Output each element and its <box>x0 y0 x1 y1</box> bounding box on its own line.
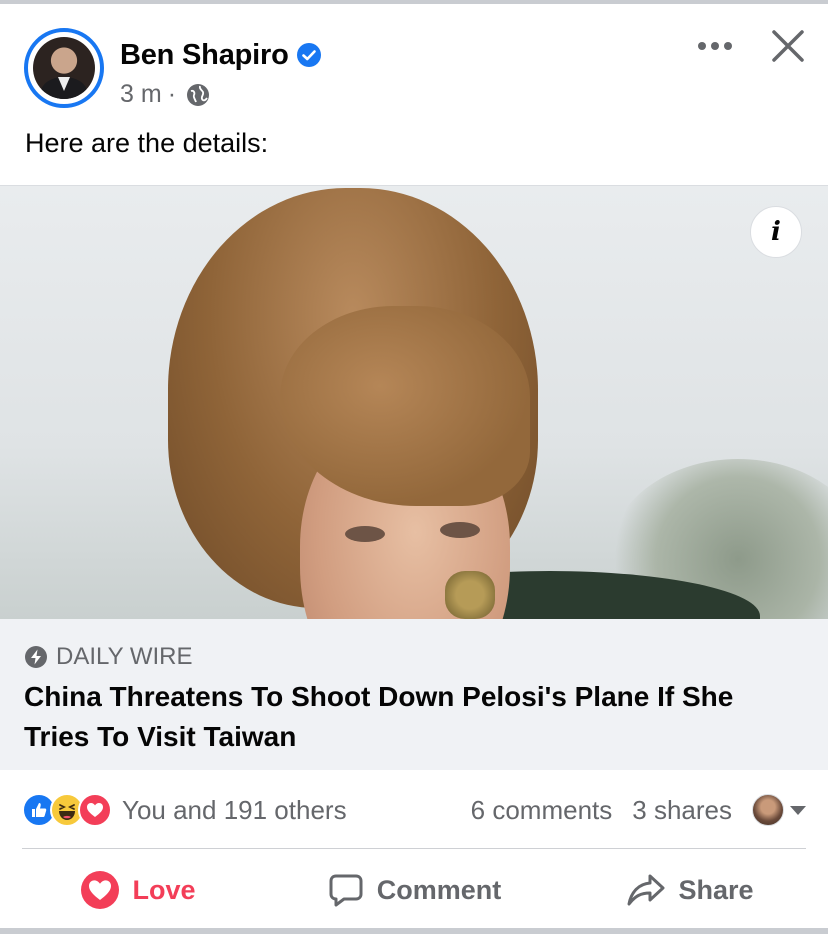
reactors-text[interactable]: You and 191 others <box>122 795 347 826</box>
love-button[interactable]: Love <box>0 858 276 922</box>
shares-count[interactable]: 3 shares <box>632 795 732 826</box>
love-icon <box>78 793 112 827</box>
author-avatar[interactable] <box>24 28 104 108</box>
comment-icon <box>329 874 363 907</box>
bolt-icon <box>25 646 47 668</box>
globe-icon <box>187 83 210 106</box>
engagement-counts: 6 comments 3 shares <box>471 794 806 826</box>
author-name[interactable]: Ben Shapiro <box>120 39 289 72</box>
comment-button[interactable]: Comment <box>276 858 552 922</box>
author-row: Ben Shapiro <box>120 38 321 72</box>
post-text: Here are the details: <box>25 128 269 158</box>
verified-icon <box>296 43 321 67</box>
avatar-photo <box>33 37 95 99</box>
link-image[interactable] <box>0 186 828 619</box>
link-preview[interactable]: DAILY WIRE China Threatens To Shoot Down… <box>0 185 828 770</box>
love-icon <box>81 871 120 909</box>
comments-count[interactable]: 6 comments <box>471 795 613 826</box>
share-icon <box>627 874 665 906</box>
meta-separator: · <box>167 80 177 108</box>
close-icon[interactable] <box>770 28 806 64</box>
link-meta[interactable]: DAILY WIRE China Threatens To Shoot Down… <box>0 619 828 770</box>
action-bar: Love Comment Share <box>0 858 828 922</box>
link-source: DAILY WIRE <box>24 643 192 671</box>
love-label: Love <box>132 874 196 905</box>
caret-down-icon[interactable] <box>790 805 806 815</box>
reaction-icons[interactable] <box>22 793 112 827</box>
more-icon[interactable] <box>696 34 734 58</box>
comment-label: Comment <box>376 874 502 905</box>
link-headline[interactable]: China Threatens To Shoot Down Pelosi's P… <box>24 677 804 757</box>
viewer-avatar[interactable] <box>752 794 784 826</box>
reactions-summary: You and 191 others 6 comments 3 shares <box>22 790 806 830</box>
action-divider <box>22 848 806 849</box>
share-label: Share <box>678 874 754 905</box>
post-meta: 3 m · <box>120 80 210 109</box>
top-divider <box>0 0 828 4</box>
info-icon[interactable]: i <box>750 206 802 258</box>
bottom-divider <box>0 928 828 934</box>
link-source-name: DAILY WIRE <box>56 643 193 670</box>
share-button[interactable]: Share <box>552 858 828 922</box>
post-time[interactable]: 3 m <box>120 80 162 109</box>
